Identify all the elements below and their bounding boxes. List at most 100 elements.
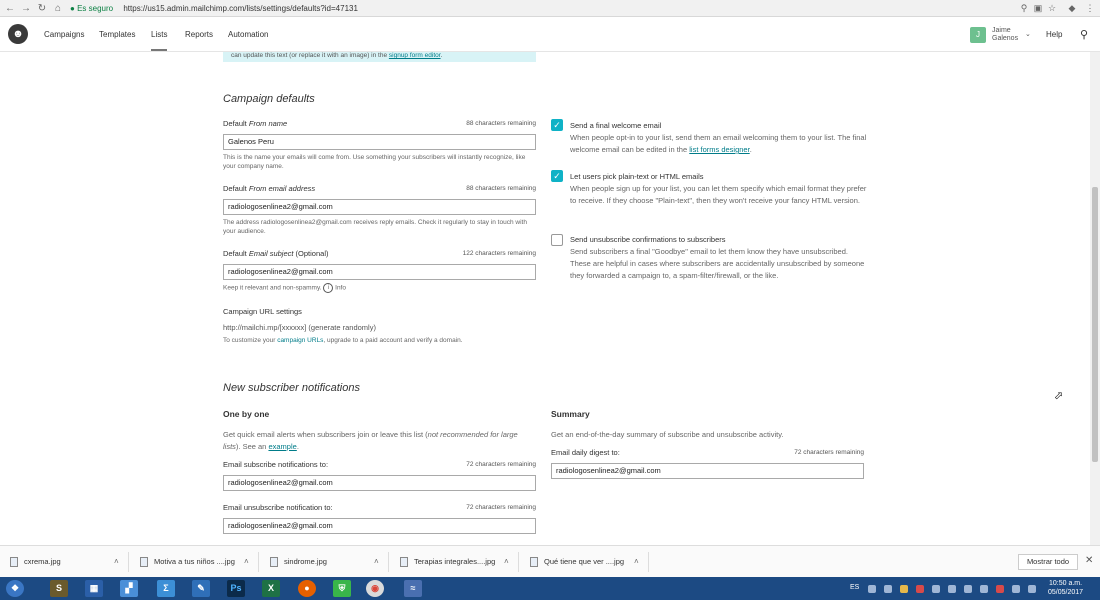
one-by-one-desc: Get quick email alerts when subscribers … (223, 429, 528, 453)
forward-icon[interactable]: → (20, 3, 32, 15)
download-item[interactable]: Motiva a tus niños ....jpg ˄ (140, 556, 252, 568)
extension-icon[interactable]: ◆ (1066, 2, 1078, 14)
welcome-email-checkbox[interactable]: ✓ (551, 119, 563, 131)
app-icon[interactable]: Σ (157, 580, 175, 597)
from-email-help: The address radiologosenlinea2@gmail.com… (223, 219, 527, 235)
info-box: can update this text (or replace it with… (223, 52, 536, 62)
menu-icon[interactable]: ⋮ (1084, 2, 1096, 14)
download-item[interactable]: Qué tiene que ver ....jpg ˄ (530, 556, 642, 568)
excel-icon[interactable]: X (262, 580, 280, 597)
star-icon[interactable]: ☆ (1046, 2, 1058, 14)
download-filename: Terapias integrales....jpg (414, 557, 496, 566)
lock-icon: ● (70, 4, 75, 13)
chevron-up-icon[interactable]: ˄ (114, 556, 119, 568)
tray-icon[interactable] (900, 585, 908, 593)
nav-lists[interactable]: Lists (151, 30, 168, 51)
volume-icon[interactable] (1012, 585, 1020, 593)
chevron-up-icon[interactable]: ˄ (244, 556, 249, 568)
chevron-down-icon[interactable]: ⌄ (1025, 30, 1031, 38)
signup-form-editor-link[interactable]: signup form editor (389, 52, 441, 59)
app-wave-icon[interactable]: ≈ (404, 580, 422, 597)
tray-icon[interactable] (932, 585, 940, 593)
daily-digest-input[interactable]: radiologosenlinea2@gmail.com (551, 463, 864, 479)
one-by-one-heading: One by one (223, 409, 270, 419)
from-email-label: Default From email address (223, 184, 315, 193)
unsubscribe-confirm-checkbox[interactable] (551, 234, 563, 246)
summary-heading: Summary (551, 409, 590, 419)
tray-icon[interactable] (980, 585, 988, 593)
tray-icon[interactable] (884, 585, 892, 593)
close-icon[interactable]: ✕ (1085, 555, 1093, 566)
tray-icon[interactable] (916, 585, 924, 593)
chrome-icon[interactable]: ◉ (366, 580, 384, 597)
help-link[interactable]: Help (1046, 30, 1062, 39)
tray-icon[interactable] (948, 585, 956, 593)
nav-campaigns[interactable]: Campaigns (44, 30, 84, 39)
home-icon[interactable]: ⌂ (52, 3, 64, 15)
avatar[interactable]: J (970, 27, 986, 43)
page-scrollbar[interactable] (1090, 52, 1100, 545)
nav-reports[interactable]: Reports (185, 30, 213, 39)
download-item[interactable]: sindrome.jpg ˄ (270, 556, 382, 568)
campaign-urls-link[interactable]: campaign URLs (277, 337, 323, 344)
tray-icon[interactable] (868, 585, 876, 593)
label-emphasis: From email address (248, 184, 316, 193)
subject-input[interactable]: radiologosenlinea2@gmail.com (223, 264, 536, 280)
scrollbar-thumb[interactable] (1092, 187, 1098, 462)
mailchimp-logo-icon[interactable]: ☻ (8, 24, 28, 44)
nav-templates[interactable]: Templates (99, 30, 135, 39)
divider (128, 552, 129, 572)
from-email-input[interactable]: radiologosenlinea2@gmail.com (223, 199, 536, 215)
chevron-up-icon[interactable]: ˄ (374, 556, 379, 568)
settings-page: can update this text (or replace it with… (0, 52, 1090, 545)
file-icon (530, 557, 538, 568)
network-icon[interactable] (1028, 585, 1036, 593)
download-item[interactable]: cxrema.jpg ˄ (10, 556, 122, 568)
chevron-up-icon[interactable]: ˄ (504, 556, 509, 568)
calculator-icon[interactable]: ▦ (85, 580, 103, 597)
file-explorer-icon[interactable]: ▞ (120, 580, 138, 597)
back-icon[interactable]: ← (4, 3, 16, 15)
file-icon (10, 557, 18, 568)
label-emphasis: From name (248, 119, 288, 128)
plain-text-checkbox[interactable]: ✓ (551, 170, 563, 182)
unsubscribe-notify-input[interactable]: radiologosenlinea2@gmail.com (223, 518, 536, 534)
url-text: https://us15.admin.mailchimp.com/lists/s… (123, 4, 358, 13)
from-name-input[interactable]: Galenos Peru (223, 134, 536, 150)
tray-icon[interactable] (996, 585, 1004, 593)
download-item[interactable]: Terapias integrales....jpg ˄ (400, 556, 512, 568)
list-forms-designer-link[interactable]: list forms designer (689, 145, 749, 154)
photoshop-icon[interactable]: Ps (227, 580, 245, 597)
language-indicator[interactable]: ES (850, 584, 859, 591)
show-all-button[interactable]: Mostrar todo (1018, 554, 1078, 570)
info-link[interactable]: Info (335, 285, 346, 292)
mouse-cursor-icon: ⬀ (1054, 390, 1064, 402)
chevron-up-icon[interactable]: ˄ (634, 556, 639, 568)
translate-icon[interactable]: ▣ (1032, 2, 1044, 14)
from-name-label: Default From name (223, 119, 287, 128)
pen-tool-icon[interactable]: ✎ (192, 580, 210, 597)
subscribe-notify-remaining: 72 characters remaining (466, 461, 536, 468)
download-filename: Motiva a tus niños ....jpg (154, 557, 235, 566)
app-s-icon[interactable]: S (50, 580, 68, 597)
subscribe-notify-input[interactable]: radiologosenlinea2@gmail.com (223, 475, 536, 491)
search-icon[interactable]: ⚲ (1080, 28, 1088, 41)
unsubscribe-notify-remaining: 72 characters remaining (466, 504, 536, 511)
nav-automation[interactable]: Automation (228, 30, 268, 39)
desc-end: . (296, 442, 299, 451)
shield-icon[interactable]: ⛨ (333, 580, 351, 597)
tray-icon[interactable] (964, 585, 972, 593)
start-button-icon[interactable]: ❖ (6, 580, 24, 597)
taskbar-clock[interactable]: 10:50 a.m. 05/05/2017 (1048, 579, 1083, 597)
address-bar[interactable]: ● Es seguro https://us15.admin.mailchimp… (70, 2, 1070, 15)
reload-icon[interactable]: ↻ (36, 3, 48, 15)
subject-label: Default Email subject (Optional) (223, 249, 328, 258)
example-link[interactable]: example (268, 442, 296, 451)
firefox-icon[interactable]: ● (298, 580, 316, 597)
url-settings-value: http://mailchi.mp/[xxxxxx] (generate ran… (223, 323, 376, 332)
account-menu[interactable]: Jaime Galenos (992, 27, 1018, 43)
clock-date: 05/05/2017 (1048, 589, 1084, 596)
info-icon[interactable]: i (323, 283, 334, 293)
zoom-icon[interactable]: ⚲ (1018, 2, 1030, 14)
secure-label: Es seguro (77, 4, 114, 13)
